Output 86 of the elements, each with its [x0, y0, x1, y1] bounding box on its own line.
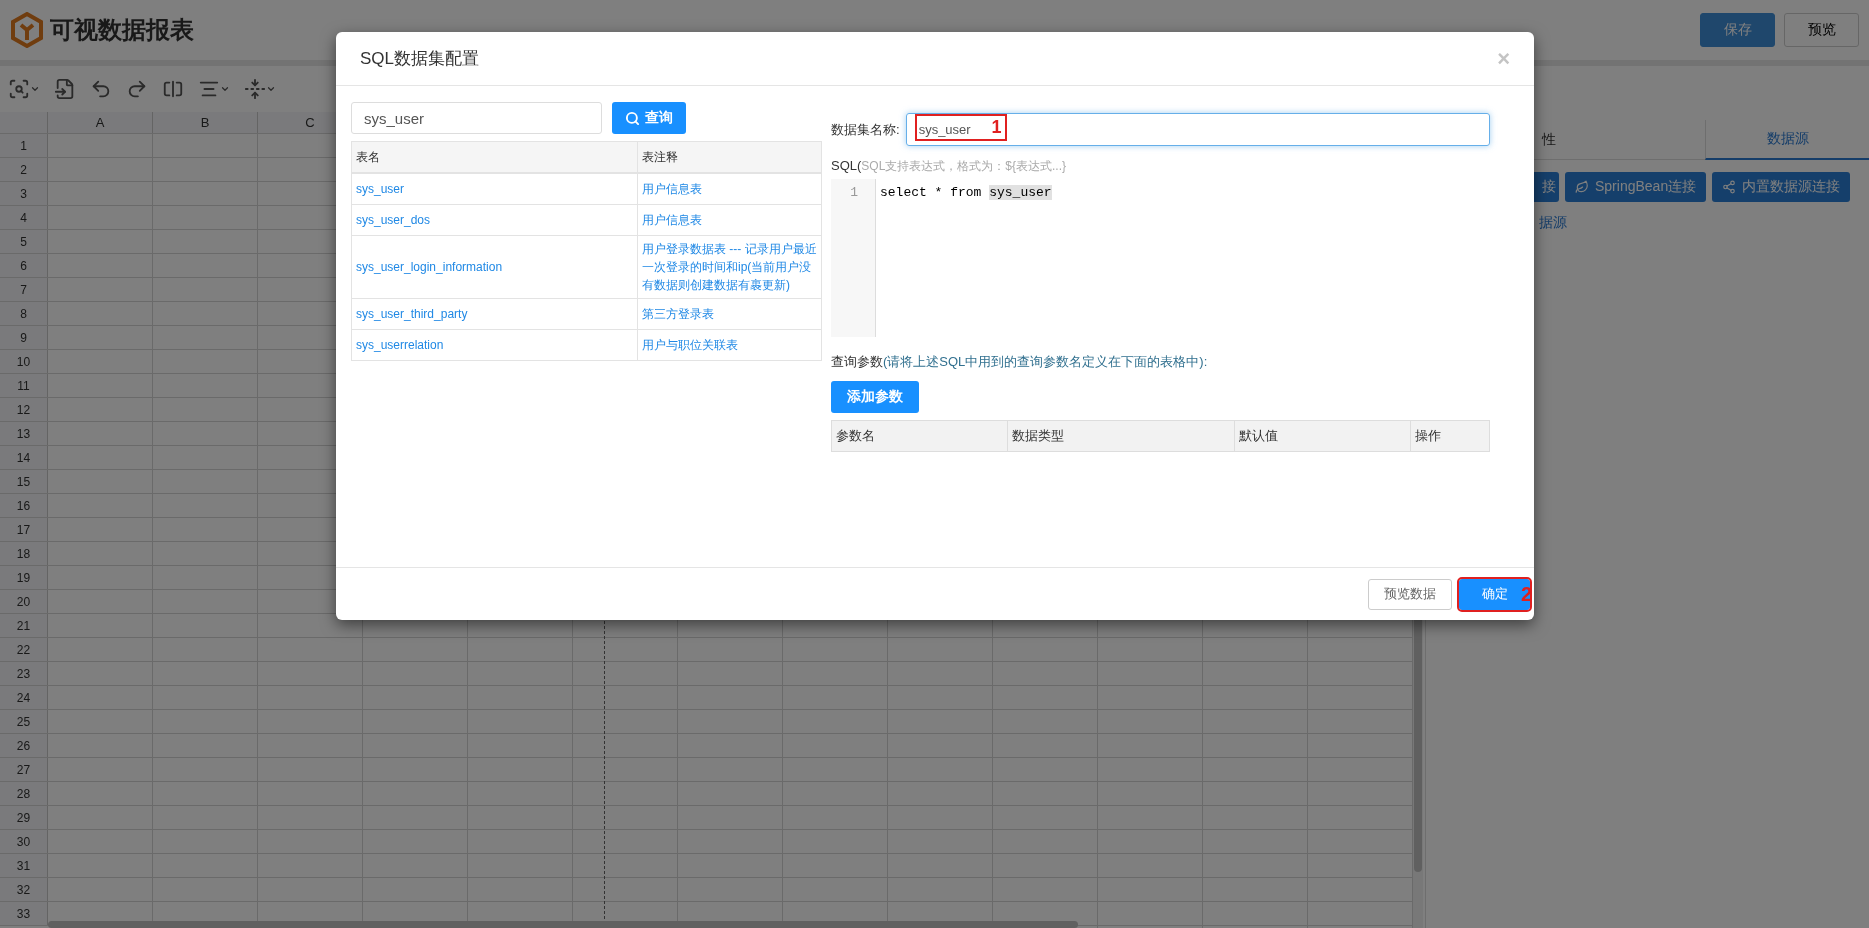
column-header[interactable]: A	[48, 112, 153, 133]
column-header: 表名	[352, 142, 638, 172]
row-header[interactable]: 31	[0, 854, 48, 877]
vertical-align-tool[interactable]	[244, 78, 276, 100]
redo-icon[interactable]	[126, 78, 148, 100]
row-header[interactable]: 26	[0, 734, 48, 757]
row-header[interactable]: 2	[0, 158, 48, 181]
column-header: 表注释	[641, 149, 679, 166]
undo-icon[interactable]	[90, 78, 112, 100]
row-header[interactable]: 24	[0, 686, 48, 709]
share-icon	[1722, 180, 1737, 194]
save-button[interactable]: 保存	[1700, 13, 1775, 47]
table-name-cell[interactable]: sys_user	[352, 174, 638, 204]
table-comment-cell[interactable]: 用户信息表	[638, 174, 821, 204]
table-comment-cell[interactable]: 用户与职位关联表	[638, 330, 821, 360]
row-header[interactable]: 15	[0, 470, 48, 493]
caret-icon	[266, 84, 276, 94]
logo-icon	[10, 12, 44, 48]
row-header[interactable]: 7	[0, 278, 48, 301]
row-header[interactable]: 22	[0, 638, 48, 661]
column-header: 参数名	[832, 421, 1008, 451]
column-header: 默认值	[1235, 421, 1411, 451]
row-header[interactable]: 1	[0, 134, 48, 157]
row-header[interactable]: 23	[0, 662, 48, 685]
row-header[interactable]: 25	[0, 710, 48, 733]
row-header[interactable]: 8	[0, 302, 48, 325]
row-header[interactable]: 28	[0, 782, 48, 805]
row-header[interactable]: 6	[0, 254, 48, 277]
params-hint: (请将上述SQL中用到的查询参数名定义在下面的表格中):	[883, 353, 1208, 371]
sql-label: SQL(	[831, 158, 862, 173]
add-parameter-button[interactable]: 添加参数	[831, 381, 919, 413]
table-search-field[interactable]: sys_user	[351, 102, 602, 134]
sql-hint: SQL支持表达式，格式为：${表达式...}	[861, 158, 1067, 175]
preview-button[interactable]: 预览	[1784, 13, 1859, 47]
caret-icon	[220, 84, 230, 94]
connection-button[interactable]: SpringBean连接	[1565, 172, 1707, 202]
row-header[interactable]: 10	[0, 350, 48, 373]
scrollbar-thumb[interactable]	[48, 921, 1078, 928]
row-header[interactable]: 33	[0, 902, 48, 925]
row-header[interactable]: 20	[0, 590, 48, 613]
row-header[interactable]: 19	[0, 566, 48, 589]
row-header[interactable]: 17	[0, 518, 48, 541]
import-icon[interactable]	[54, 78, 76, 100]
table-name-cell[interactable]: sys_user_dos	[352, 205, 638, 235]
column-header: 数据类型	[1008, 421, 1235, 451]
row-header[interactable]: 9	[0, 326, 48, 349]
row-header[interactable]: 14	[0, 446, 48, 469]
row-header[interactable]: 12	[0, 398, 48, 421]
row-header[interactable]: 4	[0, 206, 48, 229]
field-label: 数据集名称:	[831, 120, 900, 139]
table-comment-cell[interactable]: 用户信息表	[638, 205, 821, 235]
table-name-cell[interactable]: sys_user_login_information	[352, 236, 638, 298]
row-header[interactable]: 21	[0, 614, 48, 637]
params-label: 查询参数	[831, 353, 883, 371]
dialog-title: SQL数据集配置	[360, 48, 480, 70]
sql-editor[interactable]: 1 select * from sys_user	[831, 179, 1490, 337]
row-header[interactable]: 18	[0, 542, 48, 565]
data-source-link[interactable]: 据源	[1539, 214, 1869, 232]
line-number: 1	[849, 184, 859, 202]
connection-button[interactable]: 内置数据源连接	[1712, 172, 1851, 202]
table-comment-cell[interactable]: 第三方登录表	[638, 299, 821, 329]
caret-icon	[30, 84, 40, 94]
row-header[interactable]: 29	[0, 806, 48, 829]
panel-tab[interactable]: 数据源	[1705, 120, 1869, 160]
code-line: select * from sys_user	[880, 184, 1053, 202]
table-comment-cell[interactable]: 用户登录数据表 --- 记录用户最近一次登录的时间和ip(当前用户没有数据则创建数据有裹更新)	[638, 236, 821, 298]
table-name-cell[interactable]: sys_userrelation	[352, 330, 638, 360]
row-header[interactable]: 27	[0, 758, 48, 781]
row-header[interactable]: 13	[0, 422, 48, 445]
row-header[interactable]: 11	[0, 374, 48, 397]
row-header[interactable]: 5	[0, 230, 48, 253]
dataset-name-field[interactable]: sys_user 1	[905, 113, 1490, 146]
column-header: 操作	[1411, 421, 1489, 451]
row-header[interactable]: 30	[0, 830, 48, 853]
table-name-cell[interactable]: sys_user_third_party	[352, 299, 638, 329]
query-button[interactable]: 查询	[612, 102, 686, 134]
column-header[interactable]: B	[153, 112, 258, 133]
merge-cells-icon[interactable]	[162, 78, 184, 100]
leaf-icon	[1575, 180, 1589, 194]
row-header[interactable]: 32	[0, 878, 48, 901]
row-header[interactable]: 16	[0, 494, 48, 517]
row-header[interactable]: 3	[0, 182, 48, 205]
search-icon	[625, 110, 640, 126]
preview-data-button[interactable]: 预览数据	[1368, 578, 1452, 610]
app-title: 可视数据报表	[50, 15, 194, 45]
zoom-tool[interactable]	[8, 78, 40, 100]
